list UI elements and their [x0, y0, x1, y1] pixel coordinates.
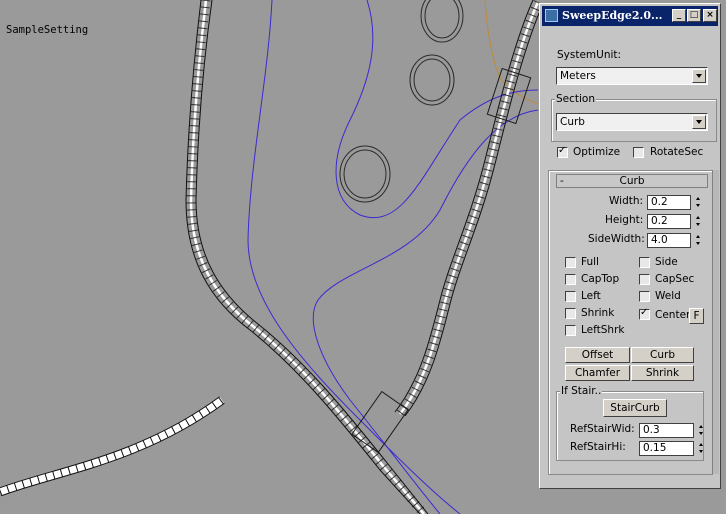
- curb-left: [185, 0, 429, 514]
- sidewidth-label: SideWidth:: [588, 233, 645, 245]
- capsec-label: CapSec: [655, 273, 695, 285]
- width-label: Width:: [609, 195, 644, 207]
- system-unit-label: SystemUnit:: [557, 49, 622, 61]
- window-title: SweepEdge2.0...: [562, 9, 662, 22]
- section-label: Section: [555, 93, 597, 105]
- section-dropdown[interactable]: Curb: [556, 113, 708, 131]
- center-checkbox[interactable]: [639, 307, 650, 320]
- width-field[interactable]: 0.2: [647, 195, 691, 210]
- collapse-icon[interactable]: -: [560, 175, 564, 187]
- app-icon: [545, 9, 558, 22]
- title-bar[interactable]: SweepEdge2.0... _ □ ×: [542, 6, 718, 26]
- capsec-checkbox[interactable]: [639, 274, 650, 285]
- refstairhi-label: RefStairHi:: [570, 441, 626, 453]
- stair-group-label: If Stair..: [560, 385, 603, 397]
- leftshrk-label: LeftShrk: [581, 324, 625, 336]
- curb-rollout-title: Curb: [619, 175, 645, 187]
- section-value: Curb: [560, 116, 585, 128]
- captop-checkbox[interactable]: [565, 274, 576, 285]
- maximize-button[interactable]: □: [687, 9, 701, 22]
- weld-label: Weld: [655, 290, 681, 302]
- height-field[interactable]: 0.2: [647, 214, 691, 229]
- side-label: Side: [655, 256, 678, 268]
- system-unit-value: Meters: [560, 70, 596, 82]
- chevron-down-icon[interactable]: [692, 115, 706, 129]
- oval-middle: [409, 54, 455, 106]
- curb-right: [394, 0, 544, 417]
- orange-guide-line: [484, 0, 539, 105]
- sidewidth-spinner[interactable]: [694, 233, 703, 248]
- width-spinner[interactable]: [694, 195, 703, 210]
- staircurb-button[interactable]: StairCurb: [603, 399, 667, 417]
- left-label: Left: [581, 290, 601, 302]
- center-label: Center: [655, 309, 691, 321]
- offset-button[interactable]: Offset: [565, 347, 630, 363]
- shrink-label: Shrink: [581, 307, 615, 319]
- full-checkbox[interactable]: [565, 257, 576, 268]
- height-spinner[interactable]: [694, 214, 703, 229]
- minimize-button[interactable]: _: [672, 9, 686, 22]
- rotatesec-label: RotateSec: [650, 146, 704, 158]
- oval-bottom: [339, 145, 391, 203]
- spline-middle: [335, 0, 539, 219]
- side-checkbox[interactable]: [639, 257, 650, 268]
- full-label: Full: [581, 256, 599, 268]
- refstairwid-field[interactable]: 0.3: [639, 423, 694, 438]
- left-checkbox[interactable]: [565, 291, 576, 302]
- section-gizmo-bottom: [351, 390, 409, 454]
- shrink-button[interactable]: Shrink: [631, 365, 694, 381]
- chamfer-button[interactable]: Chamfer: [565, 365, 630, 381]
- optimize-label: Optimize: [573, 146, 621, 158]
- refstairwid-label: RefStairWid:: [570, 423, 635, 435]
- rotatesec-checkbox[interactable]: [633, 147, 644, 158]
- oval-top: [420, 0, 464, 43]
- sidewidth-field[interactable]: 4.0: [647, 233, 691, 248]
- f-button[interactable]: F: [689, 308, 704, 324]
- captop-label: CapTop: [581, 273, 620, 285]
- weld-checkbox[interactable]: [639, 291, 650, 302]
- refstairhi-field[interactable]: 0.15: [639, 441, 694, 456]
- rollout-scrollbar[interactable]: [712, 170, 719, 474]
- close-button[interactable]: ×: [703, 9, 717, 22]
- curb-rollout-header[interactable]: - Curb: [556, 174, 708, 188]
- shrink-checkbox[interactable]: [565, 308, 576, 319]
- system-unit-dropdown[interactable]: Meters: [556, 67, 708, 85]
- refstairwid-spinner[interactable]: [697, 423, 706, 438]
- curb-button[interactable]: Curb: [631, 347, 694, 363]
- height-label: Height:: [605, 214, 644, 226]
- optimize-checkbox[interactable]: [557, 145, 568, 158]
- leftshrk-checkbox[interactable]: [565, 325, 576, 336]
- chevron-down-icon[interactable]: [692, 69, 706, 83]
- curb-lower-left: [0, 396, 225, 497]
- refstairhi-spinner[interactable]: [697, 441, 706, 456]
- menu-sample-setting[interactable]: SampleSetting: [6, 24, 88, 36]
- spline-right: [312, 109, 539, 514]
